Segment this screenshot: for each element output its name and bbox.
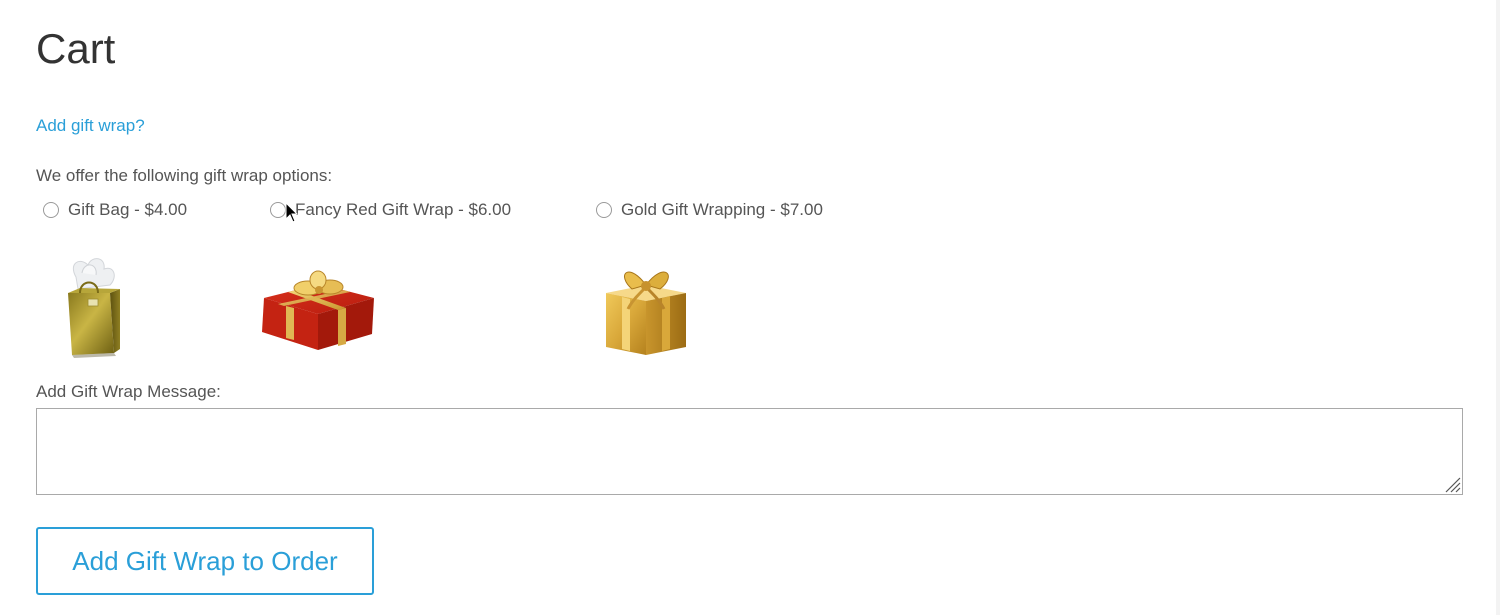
fancy-red-radio[interactable]	[270, 202, 286, 218]
gift-message-textarea[interactable]	[36, 408, 1463, 495]
mouse-pointer-icon	[285, 202, 299, 223]
gold-gift-box-image	[606, 271, 686, 355]
gift-message-label: Add Gift Wrap Message:	[36, 382, 221, 401]
gift-bag-label: Gift Bag - $4.00	[68, 200, 188, 219]
add-gift-wrap-link[interactable]: Add gift wrap?	[36, 115, 145, 137]
page-title: Cart	[36, 25, 116, 72]
gift-option-fancy-red[interactable]: Fancy Red Gift Wrap - $6.00	[270, 199, 511, 221]
gift-option-gold[interactable]: Gold Gift Wrapping - $7.00	[596, 199, 823, 221]
gift-option-gift-bag[interactable]: Gift Bag - $4.00	[43, 199, 187, 221]
red-gift-box-image	[262, 270, 374, 350]
resize-handle-icon[interactable]	[1443, 475, 1461, 493]
fancy-red-label: Fancy Red Gift Wrap - $6.00	[295, 200, 512, 219]
gift-bag-radio[interactable]	[43, 202, 59, 218]
scrollbar-track[interactable]	[1496, 0, 1500, 615]
gold-wrapping-radio[interactable]	[596, 202, 612, 218]
gift-wrap-intro: We offer the following gift wrap options…	[36, 166, 333, 185]
gold-wrapping-label: Gold Gift Wrapping - $7.00	[621, 200, 823, 219]
add-gift-wrap-button[interactable]: Add Gift Wrap to Order	[36, 527, 374, 595]
gift-bag-image	[68, 258, 120, 358]
